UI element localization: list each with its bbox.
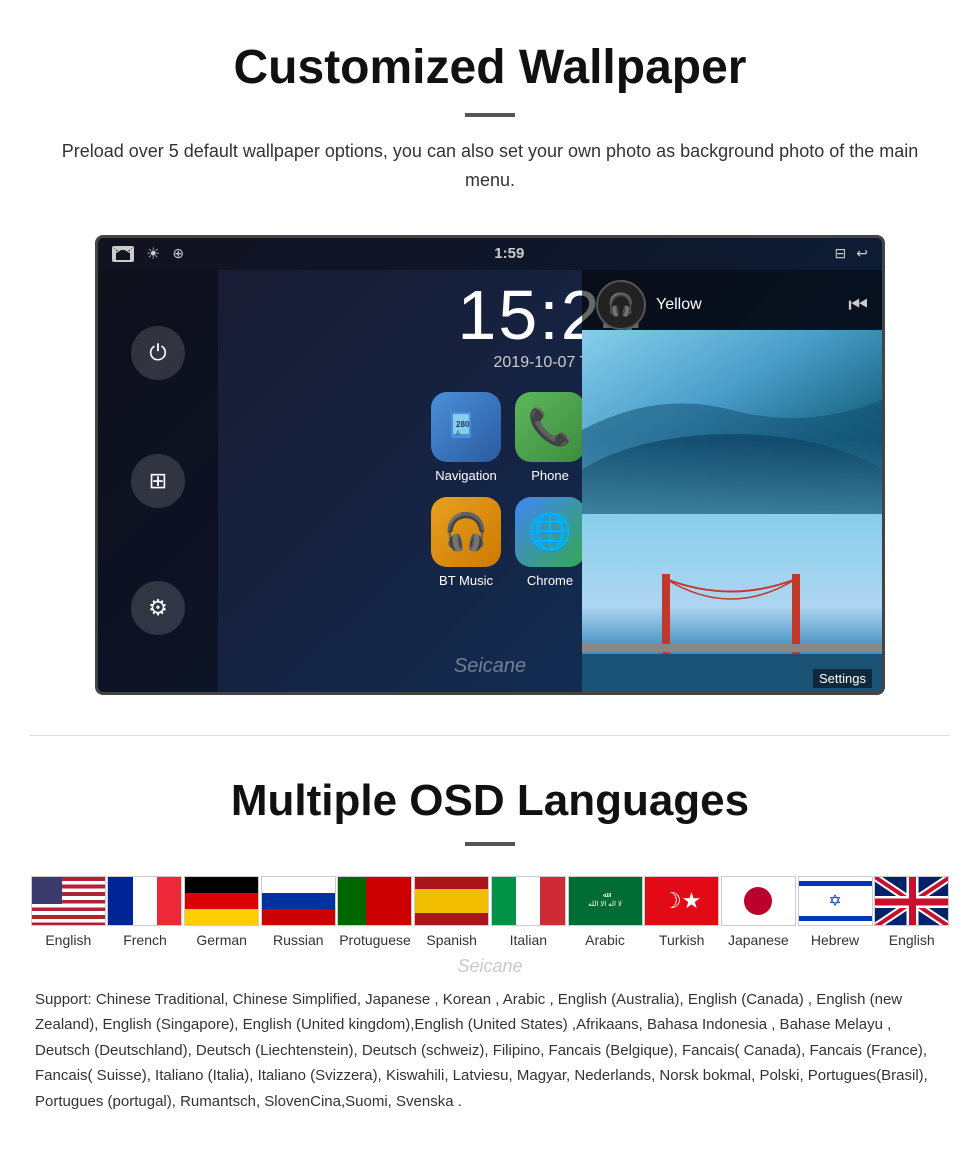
flag-item-turkish: ☽★ Turkish	[643, 876, 720, 948]
lang-title-divider	[465, 842, 515, 846]
btmusic-label: BT Music	[439, 573, 493, 588]
flag-label-french: French	[123, 932, 167, 948]
gps-icon: ⊕	[172, 245, 184, 262]
section-divider	[30, 735, 950, 736]
flag-saudi: ﷲلا اله الا الله	[568, 876, 643, 926]
grid-button[interactable]: ⊞	[131, 454, 185, 508]
flag-label-italian: Italian	[510, 932, 547, 948]
chrome-icon-bg: 🌐	[515, 497, 585, 567]
flag-label-russian: Russian	[273, 932, 324, 948]
music-info: Yellow	[656, 296, 838, 314]
flags-row: English French German	[30, 876, 950, 948]
svg-text:280: 280	[456, 420, 470, 429]
flag-item-arabic: ﷲلا اله الا الله Arabic	[567, 876, 644, 948]
status-right: ⊟ ↩	[835, 245, 868, 262]
settings-label: Settings	[813, 669, 872, 688]
wallpaper-ice	[582, 330, 882, 514]
window-icon: ⊟	[835, 245, 847, 262]
languages-section: Multiple OSD Languages English French	[0, 746, 980, 1145]
title-divider	[465, 113, 515, 117]
android-screen: ☀ ⊕ 1:59 ⊟ ↩ 🎧 Yellow ⏮	[95, 235, 885, 695]
flag-label-portuguese: Protuguese	[339, 932, 411, 948]
power-button[interactable]: ⏻	[131, 326, 185, 380]
flag-label-english: English	[45, 932, 91, 948]
page-subtitle: Preload over 5 default wallpaper options…	[40, 137, 940, 195]
flag-item-french: French	[107, 876, 184, 948]
status-bar: ☀ ⊕ 1:59 ⊟ ↩	[98, 238, 882, 270]
flag-item-english-uk: English	[873, 876, 950, 948]
chrome-label: Chrome	[527, 573, 573, 588]
svg-text:A: A	[456, 431, 460, 437]
flag-usa	[31, 876, 106, 926]
support-text: Support: Chinese Traditional, Chinese Si…	[30, 987, 950, 1115]
lang-watermark: Seicane	[30, 956, 950, 977]
flag-uk	[874, 876, 949, 926]
navigation-label: Navigation	[435, 468, 496, 483]
flag-label-turkish: Turkish	[659, 932, 704, 948]
flag-russia	[261, 876, 336, 926]
flag-item-hebrew: ✡ Hebrew	[797, 876, 874, 948]
flag-item-russian: Russian	[260, 876, 337, 948]
flag-label-spanish: Spanish	[426, 932, 477, 948]
app-chrome[interactable]: 🌐 Chrome	[515, 497, 585, 588]
flag-item-spanish: Spanish	[413, 876, 490, 948]
flag-germany	[184, 876, 259, 926]
settings-button[interactable]: ⚙	[131, 581, 185, 635]
flag-turkey: ☽★	[644, 876, 719, 926]
app-btmusic[interactable]: 🎧 BT Music	[431, 497, 501, 588]
flag-label-german: German	[196, 932, 247, 948]
sidebar: ⏻ ⊞ ⚙	[98, 270, 218, 692]
flag-italy	[491, 876, 566, 926]
brightness-icon: ☀	[146, 244, 160, 264]
phone-label: Phone	[531, 468, 569, 483]
flag-item-english: English	[30, 876, 107, 948]
music-thumbnail: 🎧	[596, 280, 646, 330]
back-icon: ↩	[856, 245, 868, 262]
home-icon	[112, 246, 134, 262]
status-left: ☀ ⊕	[112, 244, 184, 264]
languages-title: Multiple OSD Languages	[30, 776, 950, 826]
flag-portugal	[337, 876, 412, 926]
app-navigation[interactable]: 280 A Navigation	[431, 392, 501, 483]
app-phone[interactable]: 📞 Phone	[515, 392, 585, 483]
flag-label-japanese: Japanese	[728, 932, 789, 948]
btmusic-icon-bg: 🎧	[431, 497, 501, 567]
flag-japan	[721, 876, 796, 926]
flag-label-arabic: Arabic	[585, 932, 625, 948]
music-controls: ⏮	[848, 292, 868, 318]
flag-france	[107, 876, 182, 926]
wallpaper-bridge: Settings	[582, 514, 882, 695]
header-section: Customized Wallpaper Preload over 5 defa…	[0, 0, 980, 215]
music-title: Yellow	[656, 296, 838, 314]
flag-item-german: German	[183, 876, 260, 948]
status-time: 1:59	[494, 245, 524, 262]
wallpaper-thumbnails: Settings	[582, 330, 882, 695]
flag-item-italian: Italian	[490, 876, 567, 948]
navigation-icon-bg: 280 A	[431, 392, 501, 462]
flag-israel: ✡	[798, 876, 873, 926]
flag-label-hebrew: Hebrew	[811, 932, 859, 948]
flag-item-japanese: Japanese	[720, 876, 797, 948]
flag-spain	[414, 876, 489, 926]
flag-item-portuguese: Protuguese	[337, 876, 414, 948]
device-container: ☀ ⊕ 1:59 ⊟ ↩ 🎧 Yellow ⏮	[0, 215, 980, 725]
page-title: Customized Wallpaper	[40, 40, 940, 95]
flag-label-english-uk: English	[889, 932, 935, 948]
phone-icon-bg: 📞	[515, 392, 585, 462]
